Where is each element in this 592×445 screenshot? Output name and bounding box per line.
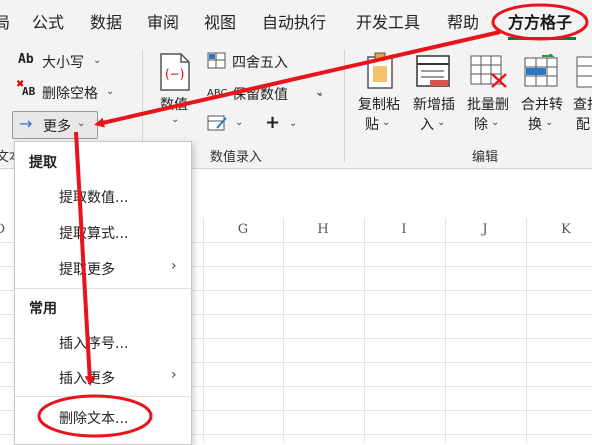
annotation-arrow-to-more bbox=[94, 30, 501, 128]
annotation-arrow-to-delete bbox=[74, 131, 95, 386]
annotation-circle-tab bbox=[491, 3, 589, 41]
annotation-overlay bbox=[37, 3, 589, 438]
annotation-circle-delete bbox=[37, 394, 153, 438]
